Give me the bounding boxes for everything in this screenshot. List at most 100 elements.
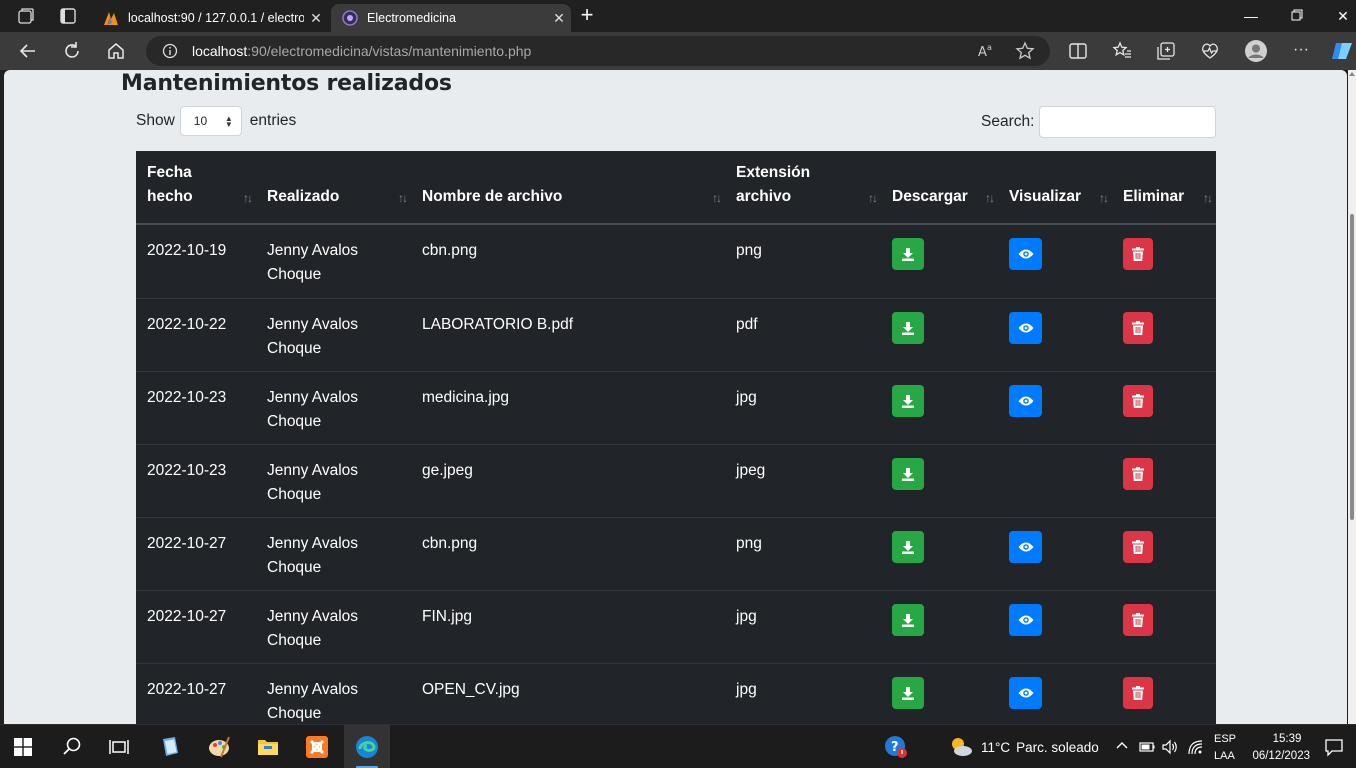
weather-partly-sunny-icon: [948, 735, 972, 759]
cell-extension: jpg: [736, 608, 757, 625]
restore-icon[interactable]: [1287, 6, 1307, 26]
page-content: Mantenimientos realizados Show 10 ▲ ▼ ent…: [4, 70, 1347, 724]
favorite-star-icon[interactable]: [1014, 40, 1036, 62]
site-info-icon[interactable]: [162, 43, 178, 59]
tab-electromedicina[interactable]: Electromedicina ✕: [331, 4, 571, 32]
download-icon: [901, 467, 915, 481]
delete-button[interactable]: [1123, 677, 1153, 709]
delete-button[interactable]: [1123, 531, 1153, 563]
task-view-icon[interactable]: [107, 735, 131, 759]
edge-app-icon[interactable]: [355, 735, 379, 759]
sort-icon: ↑↓: [398, 191, 408, 205]
paint-app-icon[interactable]: [207, 735, 231, 759]
tab-title: Electromedicina: [367, 11, 456, 25]
scrollbar-thumb[interactable]: [1350, 214, 1354, 520]
tab-phpmyadmin[interactable]: localhost:90 / 127.0.0.1 / electromedici…: [92, 4, 328, 32]
notification-center-icon[interactable]: [1324, 737, 1344, 757]
column-header-descargar[interactable]: Descargar ↑↓: [881, 151, 998, 223]
page-scrollbar[interactable]: [1348, 70, 1356, 724]
trash-icon: [1132, 321, 1144, 335]
help-notification-icon[interactable]: ?: [884, 735, 908, 759]
download-icon: [901, 540, 915, 554]
clock-date[interactable]: 06/12/2023: [1246, 749, 1310, 764]
volume-icon[interactable]: [1161, 738, 1179, 756]
cell-extension: png: [736, 242, 762, 259]
table-body: 2022-10-19 Jenny Avalos Choque cbn.png png 2…: [136, 225, 1216, 724]
wifi-icon[interactable]: [1186, 738, 1204, 756]
keyboard-language-top[interactable]: ESP: [1214, 732, 1236, 747]
cell-fecha: 2022-10-23: [147, 462, 227, 479]
xampp-app-icon[interactable]: [305, 735, 329, 759]
tab-actions-icon[interactable]: [58, 6, 78, 26]
notes-app-icon[interactable]: [158, 735, 182, 759]
collections-icon[interactable]: [1155, 40, 1177, 62]
download-button[interactable]: [892, 312, 924, 344]
view-button[interactable]: [1009, 531, 1042, 563]
download-button[interactable]: [892, 531, 924, 563]
start-windows-icon[interactable]: [14, 738, 32, 756]
column-header-visualizar[interactable]: Visualizar ↑↓: [998, 151, 1112, 223]
new-tab-icon[interactable]: +: [577, 4, 597, 26]
file-explorer-icon[interactable]: [256, 735, 280, 759]
view-button[interactable]: [1009, 312, 1042, 344]
column-header-label: Eliminar: [1123, 188, 1185, 205]
column-header-fecha[interactable]: Fecha hecho ↑↓: [136, 151, 256, 223]
column-header-archivo[interactable]: Nombre de archivo ↑↓: [411, 151, 725, 223]
view-button[interactable]: [1009, 677, 1042, 709]
search-icon[interactable]: [60, 735, 84, 759]
delete-button[interactable]: [1123, 312, 1153, 344]
page-viewport: Mantenimientos realizados Show 10 ▲ ▼ ent…: [0, 70, 1356, 724]
download-button[interactable]: [892, 677, 924, 709]
address-bar[interactable]: localhost:90/electromedicina/vistas/mant…: [146, 36, 1050, 66]
workspaces-icon[interactable]: [16, 6, 36, 26]
home-icon[interactable]: [105, 40, 127, 62]
split-screen-icon[interactable]: [1067, 40, 1089, 62]
scroll-up-arrow-icon[interactable]: [1349, 72, 1355, 76]
battery-icon[interactable]: [1138, 738, 1156, 756]
table-search: Search:: [981, 106, 1217, 138]
weather-widget[interactable]: 11°C Parc. soleado: [981, 725, 1099, 768]
delete-button[interactable]: [1123, 238, 1153, 270]
more-options-icon[interactable]: ···: [1290, 40, 1312, 62]
cell-extension: pdf: [736, 316, 758, 333]
eye-icon: [1018, 248, 1034, 260]
favorites-icon[interactable]: [1111, 40, 1133, 62]
entries-select[interactable]: 10 ▲ ▼: [179, 106, 242, 136]
clock-time[interactable]: 15:39: [1264, 732, 1310, 747]
delete-button[interactable]: [1123, 458, 1153, 490]
chevron-up-icon[interactable]: [1114, 738, 1130, 754]
browser-essentials-icon[interactable]: [1199, 40, 1221, 62]
search-label: Search:: [981, 113, 1035, 130]
download-button[interactable]: [892, 458, 924, 490]
delete-button[interactable]: [1123, 604, 1153, 636]
keyboard-language-bottom[interactable]: LAA: [1214, 749, 1235, 764]
minimize-icon[interactable]: —: [1241, 6, 1261, 26]
cell-realizado: Jenny Avalos Choque: [267, 242, 359, 283]
refresh-icon[interactable]: [61, 40, 83, 62]
download-icon: [901, 247, 915, 261]
back-icon[interactable]: [17, 40, 39, 62]
column-header-eliminar[interactable]: Eliminar ↑↓: [1112, 151, 1216, 223]
profile-avatar-icon[interactable]: [1244, 39, 1268, 63]
close-tab-icon[interactable]: ✕: [547, 10, 571, 27]
cell-archivo: cbn.png: [422, 535, 478, 552]
close-tab-icon[interactable]: ✕: [304, 10, 328, 27]
sort-icon: ↑↓: [868, 191, 878, 205]
download-button[interactable]: [892, 385, 924, 417]
search-input[interactable]: [1039, 106, 1217, 138]
view-button[interactable]: [1009, 238, 1042, 270]
delete-button[interactable]: [1123, 385, 1153, 417]
eye-icon: [1018, 541, 1034, 553]
column-header-realizado[interactable]: Realizado ↑↓: [256, 151, 411, 223]
view-button[interactable]: [1009, 385, 1042, 417]
copilot-icon[interactable]: [1330, 40, 1356, 62]
read-aloud-icon[interactable]: Aa: [975, 40, 997, 62]
download-button[interactable]: [892, 238, 924, 270]
download-icon: [901, 394, 915, 408]
view-button[interactable]: [1009, 604, 1042, 636]
sort-icon: ↑↓: [243, 191, 253, 205]
svg-text:A: A: [978, 45, 987, 60]
column-header-extension[interactable]: Extensión archivo ↑↓: [725, 151, 881, 223]
close-window-icon[interactable]: ✕: [1333, 6, 1353, 26]
download-button[interactable]: [892, 604, 924, 636]
